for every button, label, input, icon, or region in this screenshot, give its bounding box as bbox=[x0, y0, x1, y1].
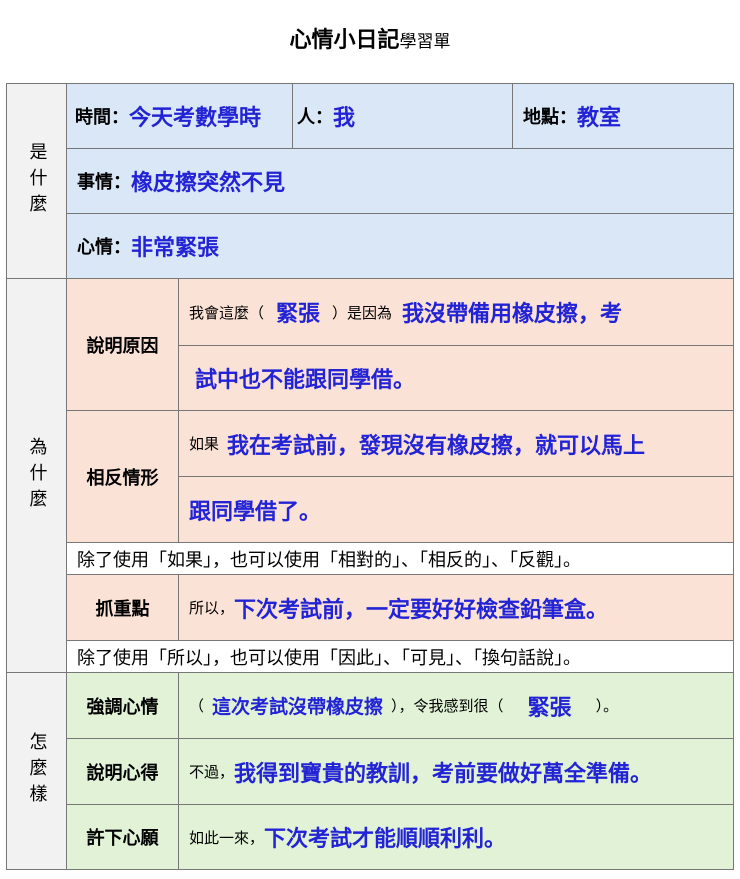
emph-mid: ），令我感到很（ bbox=[391, 697, 504, 715]
mood-cell: 心情： 非常緊張 bbox=[66, 213, 734, 279]
place-value: 教室 bbox=[577, 106, 622, 131]
lesson-cell: 不過， 我得到寶貴的教訓，考前要做好萬全準備。 bbox=[178, 738, 734, 805]
event-cell: 事情： 橡皮擦突然不見 bbox=[66, 148, 734, 214]
place-label: 地點： bbox=[523, 107, 577, 128]
key-cell: 所以， 下次考試前，一定要好好檢查鉛筆盒。 bbox=[178, 574, 734, 641]
time-value: 今天考數學時 bbox=[129, 106, 262, 131]
contrary-label: 相反情形 bbox=[66, 410, 179, 543]
section-why: 為什麼 bbox=[6, 278, 67, 673]
reason-prefix: 我會這麼（ bbox=[189, 303, 265, 322]
contrary-line1: 如果 我在考試前，發現沒有橡皮擦，就可以馬上 bbox=[178, 410, 734, 477]
note-so: 除了使用「所以」，也可以使用「因此」、「可見」、「換句話說」。 bbox=[66, 640, 734, 673]
place-cell: 地點： 教室 bbox=[512, 83, 734, 149]
lesson-prefix: 不過， bbox=[189, 763, 235, 781]
note-if: 除了使用「如果」，也可以使用「相對的」、「相反的」、「反觀」。 bbox=[66, 542, 734, 575]
emph-open: （ bbox=[189, 697, 205, 715]
wish-text: 下次考試才能順順利利。 bbox=[264, 827, 507, 852]
page-title: 心情小日記學習單 bbox=[0, 22, 740, 54]
wish-cell: 如此一來， 下次考試才能順順利利。 bbox=[178, 804, 734, 870]
key-label: 抓重點 bbox=[66, 574, 179, 641]
reason-line1: 我會這麼（ 緊張 ）是因為 我沒帶備用橡皮擦，考 bbox=[178, 278, 734, 346]
reason-text2: 試中也不能跟同學借。 bbox=[195, 368, 416, 393]
emph-close: ）。 bbox=[595, 697, 619, 715]
wish-prefix: 如此一來， bbox=[189, 828, 265, 847]
section-what-label: 是什麼 bbox=[26, 142, 48, 220]
reason-mood: 緊張 bbox=[276, 302, 321, 327]
contrary-text1: 我在考試前，發現沒有橡皮擦，就可以馬上 bbox=[227, 433, 646, 459]
section-why-label: 為什麼 bbox=[26, 436, 48, 515]
emph-text: 這次考試沒帶橡皮擦 bbox=[212, 696, 384, 718]
reason-mid: ）是因為 bbox=[332, 303, 393, 322]
person-cell: 人：我 bbox=[292, 83, 513, 149]
contrary-text2: 跟同學借了。 bbox=[189, 499, 322, 525]
person-value: 我 bbox=[333, 106, 356, 131]
event-value: 橡皮擦突然不見 bbox=[131, 171, 286, 196]
contrary-prefix: 如果 bbox=[189, 435, 220, 453]
wish-label: 許下心願 bbox=[66, 804, 179, 870]
emph-cell: （ 這次考試沒帶橡皮擦 ），令我感到很（ 緊張 ）。 bbox=[178, 672, 734, 739]
section-how: 怎麼樣 bbox=[6, 672, 67, 870]
time-cell: 時間： 今天考數學時 bbox=[66, 83, 293, 149]
reason-label: 說明原因 bbox=[66, 278, 179, 411]
key-text: 下次考試前，一定要好好檢查鉛筆盒。 bbox=[234, 597, 609, 623]
person-label: 人： bbox=[297, 107, 333, 128]
section-how-label: 怎麼樣 bbox=[26, 732, 48, 810]
key-prefix: 所以， bbox=[189, 599, 235, 617]
time-label: 時間： bbox=[75, 107, 129, 128]
emph-mood: 緊張 bbox=[527, 695, 572, 721]
event-label: 事情： bbox=[77, 172, 131, 193]
reason-text1: 我沒帶備用橡皮擦，考 bbox=[402, 302, 623, 327]
lesson-label: 說明心得 bbox=[66, 738, 179, 805]
lesson-text: 我得到寶貴的教訓，考前要做好萬全準備。 bbox=[234, 761, 653, 787]
contrary-line2: 跟同學借了。 bbox=[178, 476, 734, 543]
title-main: 心情小日記 bbox=[289, 28, 400, 53]
section-what: 是什麼 bbox=[6, 83, 67, 279]
reason-line2: 試中也不能跟同學借。 bbox=[178, 345, 734, 411]
mood-value: 非常緊張 bbox=[131, 236, 220, 261]
emph-label: 強調心情 bbox=[66, 672, 179, 739]
title-sub: 學習單 bbox=[399, 32, 451, 52]
mood-label: 心情： bbox=[77, 237, 131, 258]
